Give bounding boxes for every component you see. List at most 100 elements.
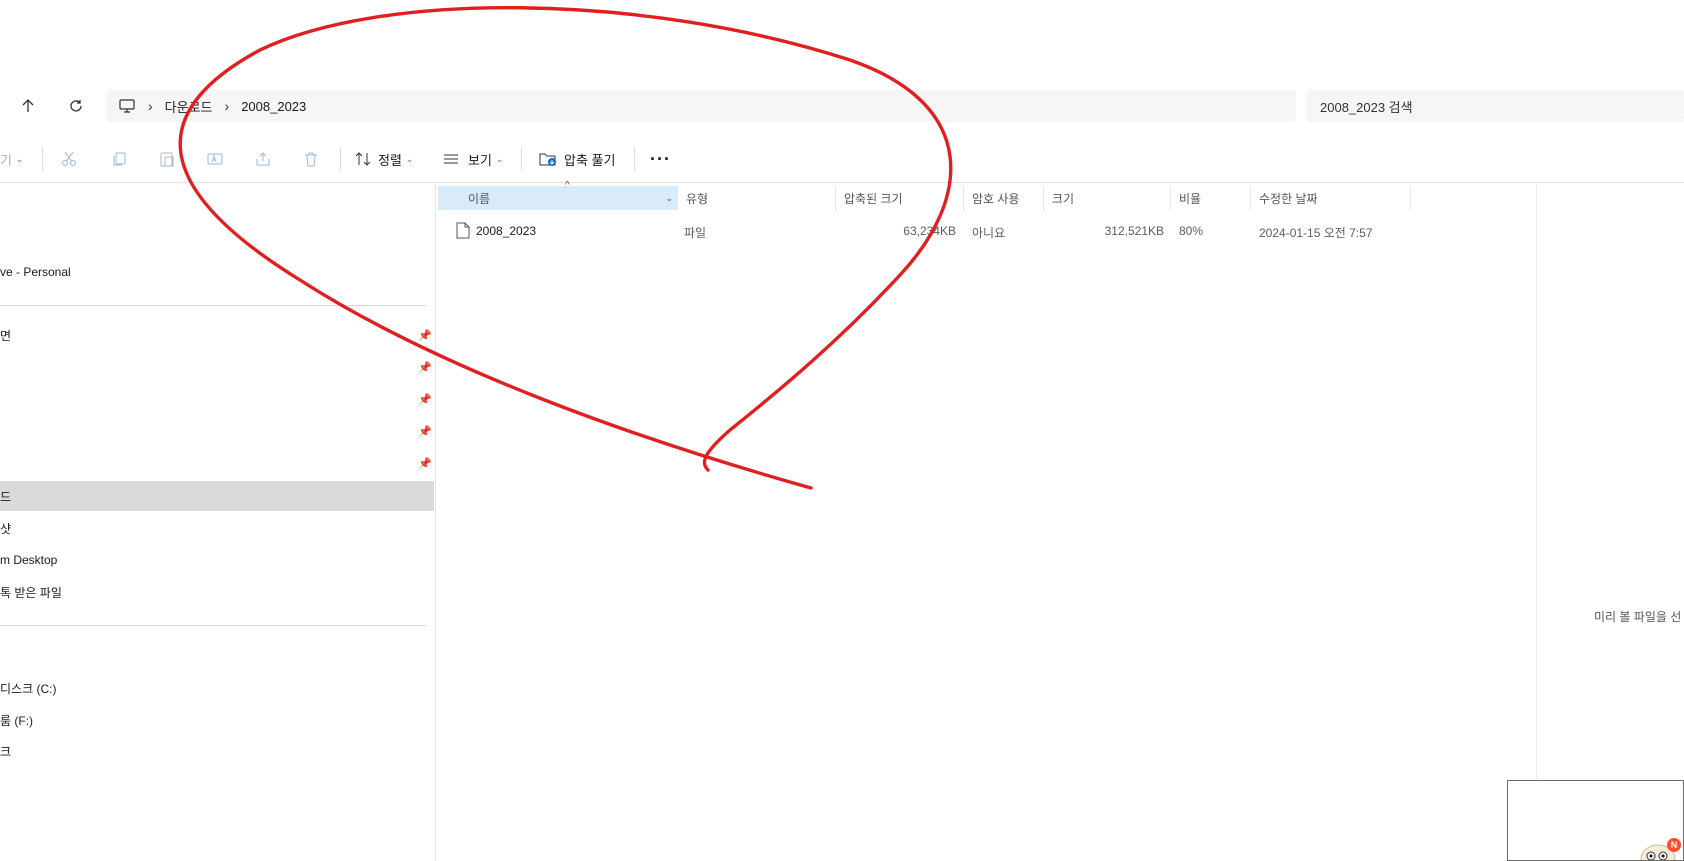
copy-icon: [113, 152, 126, 166]
sidebar-item-network[interactable]: 크: [0, 736, 434, 766]
view-button[interactable]: 보기 ⌄: [442, 145, 503, 173]
column-label: 압축된 크기: [844, 191, 903, 206]
sidebar-item-screenshots[interactable]: 샷: [0, 513, 434, 543]
column-header-password[interactable]: 암호 사용: [964, 186, 1044, 210]
trash-icon: [305, 152, 317, 167]
sidebar-item-label: 룸 (F:): [0, 713, 34, 728]
column-label: 유형: [686, 191, 709, 206]
sidebar-divider: [0, 625, 426, 626]
toolbar-divider: [42, 147, 43, 171]
sidebar-item-onedrive[interactable]: ve - Personal: [0, 257, 434, 287]
column-label: 이름: [468, 191, 491, 206]
column-header-type[interactable]: 유형: [678, 186, 836, 210]
sidebar-item-team-desktop[interactable]: m Desktop: [0, 545, 434, 575]
sidebar-item-label: 톡 받은 파일: [0, 585, 62, 600]
sidebar-divider: [0, 305, 426, 306]
column-header-name[interactable]: 이름 ^ ⌄: [438, 180, 678, 210]
sidebar-item-label: 크: [0, 744, 12, 759]
rename-button[interactable]: [206, 145, 224, 173]
breadcrumb-folder[interactable]: 2008_2023: [241, 99, 306, 114]
search-placeholder: 2008_2023 검색: [1320, 99, 1413, 115]
address-bar: › 다운로드 › 2008_2023 2008_2023 검색: [0, 86, 1684, 126]
copy-button[interactable]: [110, 145, 128, 173]
sidebar-item-label: 면: [0, 328, 12, 343]
mascot-icon: N: [1640, 838, 1681, 860]
extract-all-button[interactable]: 압축 풀기: [538, 145, 615, 173]
sidebar-item-pinned[interactable]: 📌: [0, 384, 434, 414]
chevron-right-icon: ›: [148, 98, 153, 114]
chevron-down-icon: ⌄: [665, 192, 673, 203]
notification-badge: N: [1671, 840, 1678, 850]
column-header-ratio[interactable]: 비율: [1171, 186, 1251, 210]
pin-icon: 📌: [418, 393, 432, 406]
pin-icon: 📌: [418, 361, 432, 374]
new-button[interactable]: 기 ⌄: [0, 145, 24, 173]
file-ratio: 80%: [1179, 224, 1204, 238]
sort-ascending-icon: ^: [565, 180, 570, 191]
sort-icon: [355, 152, 371, 166]
sidebar-item-pinned[interactable]: 📌: [0, 448, 434, 478]
chevron-right-icon: ›: [224, 98, 230, 114]
refresh-icon: [70, 100, 82, 112]
folder-extract-icon: [539, 153, 556, 166]
paste-button[interactable]: [158, 145, 176, 173]
arrow-up-icon: [22, 99, 34, 112]
file-icon: [456, 222, 470, 239]
pin-icon: 📌: [418, 425, 432, 438]
file-type: 파일: [684, 226, 707, 240]
file-compressed-size: 63,234KB: [903, 224, 956, 238]
more-options-button[interactable]: ···: [650, 145, 671, 173]
column-label: 비율: [1179, 191, 1202, 206]
sidebar-item-label: 샷: [0, 521, 12, 536]
sidebar-item-drive-f[interactable]: 룸 (F:): [0, 705, 434, 735]
sort-button[interactable]: 정렬 ⌄: [354, 145, 413, 173]
toolbar-divider: [340, 147, 341, 171]
column-label: 암호 사용: [972, 191, 1020, 206]
toolbar-divider: [521, 147, 522, 171]
view-list-icon: [444, 154, 458, 164]
column-header-compressed-size[interactable]: 압축된 크기: [836, 186, 964, 210]
preview-pane: 미리 볼 파일을 선: [1536, 184, 1684, 861]
sidebar-item-pinned[interactable]: 📌: [0, 352, 434, 382]
file-password: 아니요: [972, 226, 1006, 240]
breadcrumb-downloads[interactable]: 다운로드: [165, 97, 213, 116]
share-icon: [256, 152, 270, 166]
rename-icon: [207, 153, 223, 165]
pin-icon: 📌: [418, 457, 432, 470]
clipboard-icon: [160, 152, 174, 167]
sidebar-item-kakaotalk-files[interactable]: 톡 받은 파일: [0, 577, 434, 607]
notification-popup[interactable]: N: [1507, 780, 1684, 861]
sidebar-item-downloads[interactable]: 드: [0, 481, 434, 511]
share-button[interactable]: [254, 145, 272, 173]
column-label: 수정한 날짜: [1259, 191, 1318, 206]
chevron-down-icon: ⌄: [405, 153, 414, 164]
computer-icon: [119, 99, 135, 113]
file-size: 312,521KB: [1104, 224, 1164, 238]
pin-icon: 📌: [418, 329, 432, 342]
sidebar-item-label: ve - Personal: [0, 265, 71, 279]
file-list: 이름 ^ ⌄ 유형 압축된 크기 암호 사용 크기 비율 수정한 날짜 2008…: [438, 180, 1536, 861]
sidebar-item-label: 드: [0, 489, 12, 504]
sidebar-item-drive-c[interactable]: 디스크 (C:): [0, 673, 434, 703]
cut-button[interactable]: [60, 145, 78, 173]
sidebar-item-desktop[interactable]: 면 📌: [0, 320, 434, 350]
file-modified: 2024-01-15 오전 7:57: [1259, 226, 1373, 240]
column-label: 크기: [1052, 191, 1075, 206]
column-header-modified[interactable]: 수정한 날짜: [1251, 186, 1411, 210]
sidebar-item-label: m Desktop: [0, 553, 58, 567]
sort-label: 정렬: [378, 152, 402, 168]
chevron-down-icon: ⌄: [15, 153, 24, 164]
file-name: 2008_2023: [476, 224, 537, 238]
toolbar-divider: [634, 147, 635, 171]
breadcrumb[interactable]: › 다운로드 › 2008_2023: [106, 90, 1296, 122]
delete-button[interactable]: [302, 145, 320, 173]
navigation-pane: ve - Personal 면 📌 📌 📌 📌 📌 드 샷 m Desktop 톡…: [0, 184, 436, 861]
sidebar-item-pinned[interactable]: 📌: [0, 416, 434, 446]
up-button[interactable]: [14, 92, 42, 120]
view-label: 보기: [468, 152, 492, 168]
column-header-size[interactable]: 크기: [1044, 186, 1171, 210]
refresh-button[interactable]: [62, 92, 90, 120]
chevron-down-icon: ⌄: [495, 153, 504, 164]
new-label: 기: [0, 152, 12, 168]
search-input[interactable]: 2008_2023 검색: [1306, 90, 1684, 122]
